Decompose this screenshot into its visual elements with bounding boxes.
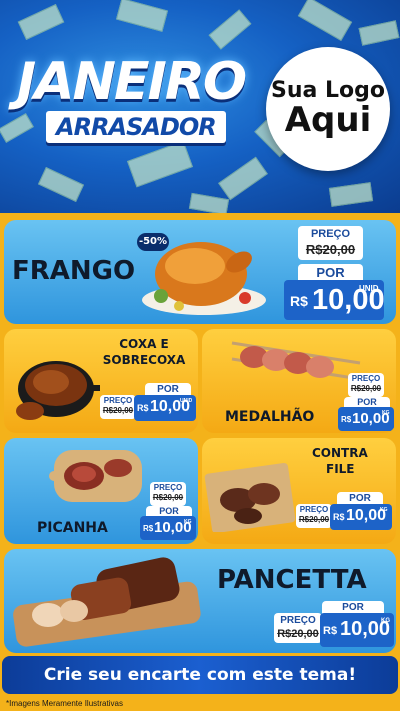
unit-label: UNID xyxy=(359,284,379,293)
preco-label: PREÇO xyxy=(103,396,133,405)
price-box: R$ 10,00 UNID xyxy=(134,395,196,421)
old-price-box: PREÇO R$20,00 xyxy=(100,395,136,419)
preco-label: PREÇO xyxy=(310,228,351,240)
price-box: R$ 10,00 KG xyxy=(338,407,394,431)
product-name-line1: CONTRA xyxy=(312,446,368,460)
preco-label: PREÇO xyxy=(299,505,329,514)
old-price: R$20,00 xyxy=(298,515,330,524)
product-name-line1: COXA E xyxy=(119,337,169,351)
currency: R$ xyxy=(290,293,308,309)
product-name: PICANHA xyxy=(37,520,108,536)
preco-label: PREÇO xyxy=(351,374,381,383)
unit-label: KG xyxy=(380,507,388,513)
old-price: R$20,00 xyxy=(277,628,319,640)
unit-label: KG xyxy=(381,618,390,624)
currency: R$ xyxy=(143,524,154,533)
product-name: PANCETTA xyxy=(217,565,367,595)
currency: R$ xyxy=(341,415,352,424)
old-price-box: PREÇO R$20,00 xyxy=(298,226,363,260)
currency: R$ xyxy=(137,403,149,413)
price-box: R$ 10,00 KG xyxy=(330,504,392,530)
price-box: R$ 10,00 UNID xyxy=(284,280,385,320)
contra-file-image xyxy=(204,462,296,532)
old-price-box: PREÇO R$20,00 xyxy=(274,613,322,643)
product-card-frango: FRANGO -50% PREÇO R$20,00 POR R$ 10,00 U… xyxy=(4,220,396,324)
skewers-image xyxy=(231,341,361,381)
old-price-box: PREÇO R$20,00 xyxy=(348,373,384,397)
product-card-pancetta: PANCETTA POR PREÇO R$20,00 R$ 10,00 KG xyxy=(4,549,396,653)
unit-label: KG xyxy=(382,410,390,416)
product-card-contra-file: CONTRA FILE POR PREÇO R$20,00 R$ 10,00 K… xyxy=(202,438,396,544)
preco-label: PREÇO xyxy=(280,615,316,626)
product-card-picanha: PICANHA PREÇO R$20,00 POR R$ 10,00 KG xyxy=(4,438,198,544)
pancetta-board-image xyxy=(13,557,201,647)
logo-placeholder: Sua Logo Aqui xyxy=(266,47,390,171)
product-card-medalhao: MEDALHÃO PREÇO R$20,00 POR R$ 10,00 KG xyxy=(202,329,396,433)
disclaimer-text: *Imagens Meramente Ilustrativas xyxy=(6,699,123,708)
old-price-box: PREÇO R$20,00 xyxy=(150,482,186,506)
product-card-coxa: COXA E SOBRECOXA POR PREÇO R$20,00 R$ 10… xyxy=(4,329,198,433)
logo-line2: Aqui xyxy=(284,100,372,141)
price-box: R$ 10,00 KG xyxy=(140,516,196,540)
cta-banner[interactable]: Crie seu encarte com este tema! xyxy=(2,656,398,694)
unit-label: UNID xyxy=(180,398,193,404)
preco-label: PREÇO xyxy=(153,483,183,492)
old-price: R$20,00 xyxy=(305,242,356,257)
price-box: R$ 10,00 KG xyxy=(320,613,394,647)
old-price-box: PREÇO R$20,00 xyxy=(296,504,332,528)
currency: R$ xyxy=(323,625,338,637)
hero-subtitle: ARRASADOR xyxy=(46,111,226,143)
hero-title: JANEIRO xyxy=(16,52,247,112)
old-price: R$20,00 xyxy=(350,384,382,393)
discount-badge: -50% xyxy=(137,233,169,251)
picanha-board-image xyxy=(49,450,142,502)
unit-label: KG xyxy=(184,519,192,525)
product-name: MEDALHÃO xyxy=(225,409,315,425)
old-price: R$20,00 xyxy=(102,406,134,415)
product-name: FRANGO xyxy=(12,256,136,286)
chicken-pan-image xyxy=(16,361,100,420)
product-name-line2: SOBRECOXA xyxy=(102,353,186,367)
product-name-line2: FILE xyxy=(326,462,355,476)
hero-banner: JANEIRO ARRASADOR Sua Logo Aqui xyxy=(0,0,400,213)
currency: R$ xyxy=(333,512,345,522)
old-price: R$20,00 xyxy=(152,493,184,502)
